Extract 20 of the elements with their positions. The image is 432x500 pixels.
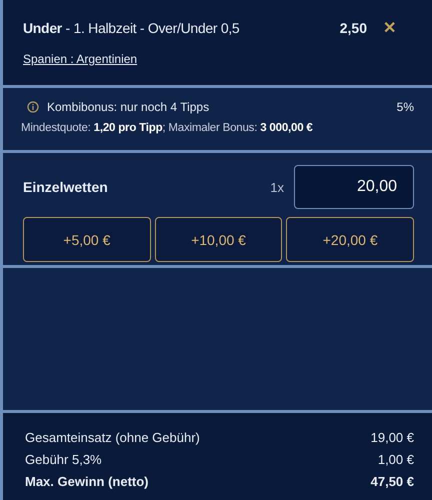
stake-label: Einzelwetten — [23, 179, 109, 195]
stake-input[interactable]: 20,00 — [294, 165, 414, 209]
multiplier-label: 1x — [270, 180, 284, 194]
total-value: 1,00 € — [378, 451, 414, 469]
bonus-label: Kombibonus: nur noch 4 Tipps — [47, 100, 210, 114]
quick-amount-button[interactable]: +5,00 € — [23, 217, 151, 262]
total-label: Max. Gewinn (netto) — [25, 473, 148, 491]
quick-amount-button[interactable]: +20,00 € — [286, 217, 414, 262]
bonus-details: Mindestquote: 1,20 pro Tipp; Maximaler Bonus: 3 000,00 € — [21, 122, 314, 134]
info-icon — [27, 101, 39, 113]
total-value: 19,00 € — [370, 429, 414, 447]
match-link[interactable]: Spanien : Argentinien — [23, 52, 138, 66]
selection-title: Under - 1. Halbzeit - Over/Under 0,5 — [23, 20, 240, 36]
total-label: Gebühr 5,3% — [25, 451, 102, 469]
quick-amount-button[interactable]: +10,00 € — [154, 217, 282, 262]
odds-value: 2,50 — [340, 20, 367, 36]
bonus-percent: 5% — [396, 100, 414, 114]
total-label: Gesamteinsatz (ohne Gebühr) — [25, 429, 200, 447]
total-value: 47,50 € — [370, 473, 414, 491]
close-button[interactable]: ✕ — [383, 18, 396, 38]
